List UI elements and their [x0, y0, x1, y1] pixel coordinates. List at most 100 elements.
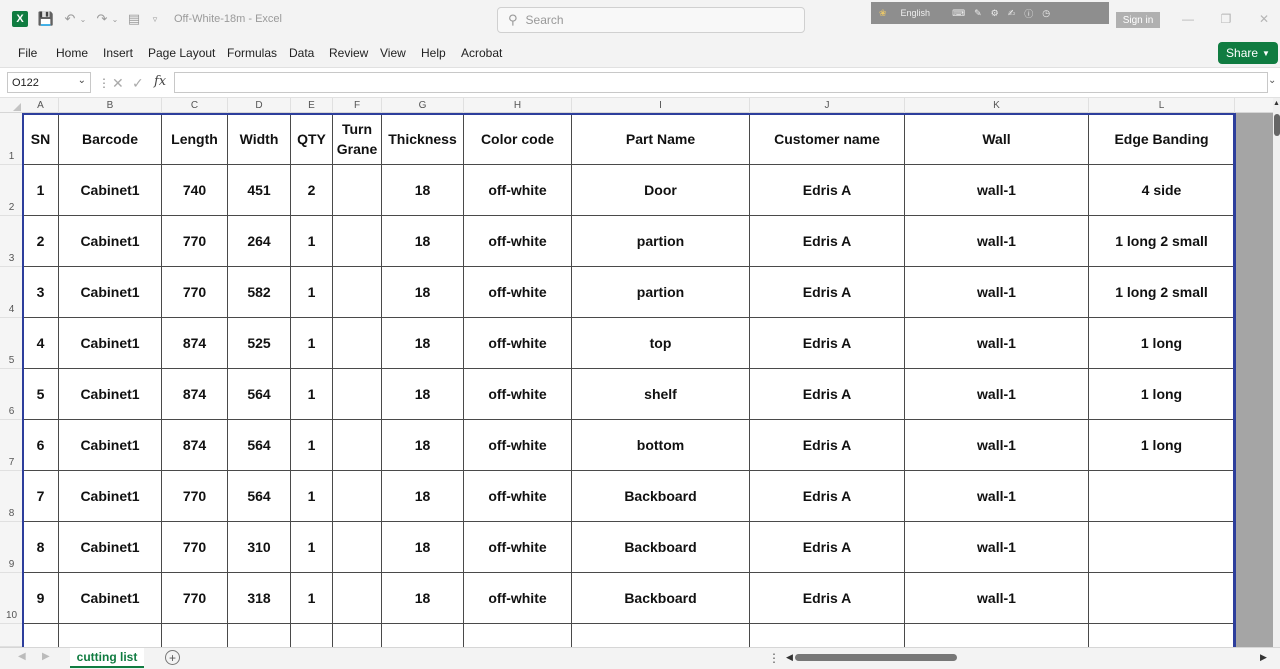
table-cell[interactable]: 1	[291, 267, 333, 318]
table-cell[interactable]: off-white	[464, 471, 572, 522]
sign-in-button[interactable]: Sign in	[1116, 12, 1160, 28]
minimize-icon[interactable]: —	[1180, 11, 1196, 27]
table-cell[interactable]: 1	[291, 318, 333, 369]
tab-home[interactable]: Home	[56, 46, 88, 60]
table-cell[interactable]: 1 long	[1089, 318, 1235, 369]
table-cell[interactable]: off-white	[464, 573, 572, 624]
table-cell[interactable]	[333, 267, 382, 318]
column-header-l[interactable]: L	[1089, 98, 1235, 113]
column-header-a[interactable]: A	[23, 98, 59, 113]
table-cell[interactable]: wall-1	[905, 369, 1089, 420]
next-sheet-icon[interactable]: ▶	[42, 651, 50, 662]
row-header[interactable]: 3	[0, 216, 23, 267]
close-icon[interactable]: ✕	[1256, 11, 1272, 27]
name-box[interactable]: O122 ⌄	[7, 72, 91, 93]
table-cell[interactable]	[333, 165, 382, 216]
table-cell[interactable]: 2	[23, 216, 59, 267]
table-cell[interactable]: 18	[382, 318, 464, 369]
row-header[interactable]: 6	[0, 369, 23, 420]
table-cell[interactable]: 6	[23, 420, 59, 471]
table-cell[interactable]: wall-1	[905, 216, 1089, 267]
table-cell[interactable]	[1089, 624, 1235, 647]
table-cell[interactable]	[59, 624, 162, 647]
row-header[interactable]: 2	[0, 165, 23, 216]
tab-acrobat[interactable]: Acrobat	[461, 46, 502, 60]
scroll-up-icon[interactable]: ▲	[1273, 100, 1280, 107]
column-header-k[interactable]: K	[905, 98, 1089, 113]
table-cell[interactable]: wall-1	[905, 420, 1089, 471]
table-cell[interactable]: 1 long 2 small	[1089, 216, 1235, 267]
table-cell[interactable]: 18	[382, 471, 464, 522]
table-cell[interactable]: Cabinet1	[59, 369, 162, 420]
row-header[interactable]: 7	[0, 420, 23, 471]
previous-sheet-icon[interactable]: ◀	[18, 651, 26, 662]
vertical-scrollbar[interactable]: ▲	[1273, 98, 1280, 647]
table-cell[interactable]	[333, 471, 382, 522]
table-cell[interactable]: Backboard	[572, 573, 750, 624]
table-cell[interactable]	[333, 522, 382, 573]
table-cell[interactable]	[382, 624, 464, 647]
table-cell[interactable]: 770	[162, 573, 228, 624]
table-cell[interactable]: 18	[382, 369, 464, 420]
vertical-scroll-thumb[interactable]	[1274, 114, 1280, 136]
table-cell[interactable]: wall-1	[905, 165, 1089, 216]
table-cell[interactable]: Edris A	[750, 573, 905, 624]
table-cell[interactable]	[333, 624, 382, 647]
table-header-cell[interactable]: Edge Banding	[1089, 113, 1235, 165]
table-header-cell[interactable]: Length	[162, 113, 228, 165]
formula-input[interactable]	[174, 72, 1268, 93]
table-cell[interactable]: 7	[23, 471, 59, 522]
worksheet-grid[interactable]: SN Barcode Length Width QTY Turn Grane Thickne…	[23, 113, 1235, 647]
table-header-cell[interactable]: SN	[23, 113, 59, 165]
table-cell[interactable]: 264	[228, 216, 291, 267]
insert-function-icon[interactable]: fx	[154, 74, 166, 89]
table-cell[interactable]: 3	[23, 267, 59, 318]
table-cell[interactable]: Edris A	[750, 165, 905, 216]
table-cell[interactable]: 18	[382, 216, 464, 267]
table-cell[interactable]: 1 long	[1089, 420, 1235, 471]
table-cell[interactable]: Cabinet1	[59, 522, 162, 573]
column-header-b[interactable]: B	[59, 98, 162, 113]
table-cell[interactable]: Cabinet1	[59, 267, 162, 318]
table-cell[interactable]: partion	[572, 216, 750, 267]
table-cell[interactable]: 874	[162, 369, 228, 420]
table-cell[interactable]	[162, 624, 228, 647]
column-header-h[interactable]: H	[464, 98, 572, 113]
table-cell[interactable]: off-white	[464, 420, 572, 471]
table-cell[interactable]	[333, 369, 382, 420]
table-cell[interactable]: 1	[291, 573, 333, 624]
row-header[interactable]	[0, 624, 23, 647]
table-cell[interactable]: 4	[23, 318, 59, 369]
table-cell[interactable]: Door	[572, 165, 750, 216]
ime-language[interactable]: English	[901, 8, 931, 18]
undo-icon[interactable]: ↶	[62, 11, 78, 27]
horizontal-scroll-thumb[interactable]	[795, 654, 957, 661]
tab-formulas[interactable]: Formulas	[227, 46, 277, 60]
table-cell[interactable]: 2	[291, 165, 333, 216]
table-cell[interactable]: wall-1	[905, 573, 1089, 624]
table-header-cell[interactable]: Wall	[905, 113, 1089, 165]
table-cell[interactable]	[1089, 522, 1235, 573]
column-header-c[interactable]: C	[162, 98, 228, 113]
table-cell[interactable]: 5	[23, 369, 59, 420]
table-cell[interactable]	[291, 624, 333, 647]
table-cell[interactable]: shelf	[572, 369, 750, 420]
table-cell[interactable]: Edris A	[750, 267, 905, 318]
search-input[interactable]: ⚲ Search	[497, 7, 805, 33]
table-cell[interactable]: 1	[23, 165, 59, 216]
table-cell[interactable]	[464, 624, 572, 647]
sheet-tab-active[interactable]: cutting list	[70, 648, 144, 668]
table-cell[interactable]: 1 long	[1089, 369, 1235, 420]
table-cell[interactable]	[228, 624, 291, 647]
table-cell[interactable]: wall-1	[905, 471, 1089, 522]
table-cell[interactable]	[333, 573, 382, 624]
table-cell[interactable]: Backboard	[572, 471, 750, 522]
table-cell[interactable]: 1 long 2 small	[1089, 267, 1235, 318]
table-cell[interactable]: Edris A	[750, 420, 905, 471]
scroll-right-icon[interactable]: ▶	[1260, 652, 1267, 663]
row-header[interactable]: 1	[0, 113, 23, 165]
restore-icon[interactable]: ❐	[1218, 11, 1234, 27]
table-cell[interactable]: wall-1	[905, 522, 1089, 573]
table-cell[interactable]: wall-1	[905, 318, 1089, 369]
table-cell[interactable]: 564	[228, 471, 291, 522]
